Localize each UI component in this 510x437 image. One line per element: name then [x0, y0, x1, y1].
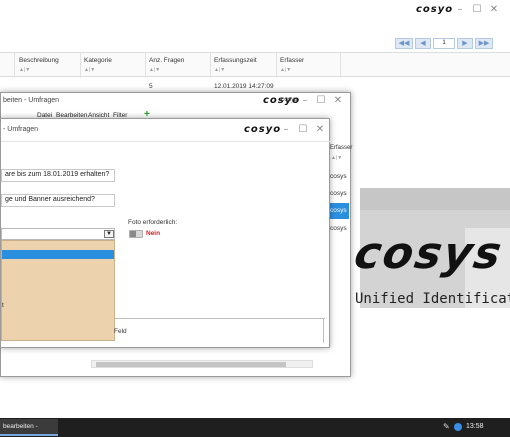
- maximize-button[interactable]: ☐: [471, 5, 483, 15]
- minimize-button[interactable]: –: [454, 5, 466, 15]
- cell-erfasser: cosys: [281, 96, 298, 103]
- question-field-2[interactable]: ge und Banner ausreichend?: [1, 194, 115, 207]
- brand-panel: cosys Unified Identificati: [351, 188, 510, 308]
- dropdown-list[interactable]: t: [1, 240, 115, 341]
- sort-icon[interactable]: ▲|▼: [214, 67, 225, 73]
- taskbar-app-button[interactable]: bearbeiten -: [0, 419, 58, 436]
- type-dropdown[interactable]: ▼: [1, 228, 115, 240]
- col-header-erfassungszeit[interactable]: Erfassungszeit: [214, 57, 257, 64]
- question-field-1[interactable]: are bis zum 18.01.2019 erhalten?: [1, 169, 115, 182]
- last-page-icon[interactable]: ▶▶: [475, 38, 493, 49]
- taskbar-app-label: bearbeiten -: [3, 423, 38, 430]
- list-row-selected-label: cosys: [330, 207, 347, 214]
- window3-logo: cosyo: [244, 124, 282, 135]
- list-row[interactable]: cosys: [330, 173, 347, 180]
- pager: ◀◀ ◀ 1 ▶ ▶▶: [395, 38, 505, 50]
- main-logo: cosyo: [416, 4, 454, 15]
- window2-maximize-button[interactable]: ☐: [315, 96, 327, 106]
- window3-title: - Umfragen: [3, 126, 39, 133]
- sort-icon[interactable]: ▲|▼: [331, 155, 342, 161]
- cell-erfassungszeit: 12.01.2019 14:27:09: [214, 83, 274, 90]
- col-header-erfasser[interactable]: Erfasser: [280, 57, 304, 64]
- first-page-icon[interactable]: ◀◀: [395, 38, 413, 49]
- window2-col-erfasser[interactable]: Erfasser: [330, 145, 352, 151]
- horizontal-scrollbar[interactable]: [91, 360, 313, 368]
- toggle-knob: [130, 231, 136, 237]
- taskbar-clock: 13:58: [466, 423, 484, 430]
- foto-value: Nein: [146, 230, 161, 237]
- prev-page-icon[interactable]: ◀: [415, 38, 431, 49]
- pen-icon[interactable]: ✎: [443, 422, 450, 431]
- table-header: Beschreibung Kategorie Anz. Fragen Erfas…: [0, 52, 510, 78]
- window2-close-button[interactable]: ✕: [332, 96, 344, 106]
- dropdown-arrow-icon[interactable]: ▼: [104, 230, 114, 238]
- list-row[interactable]: cosys: [330, 225, 347, 232]
- dropdown-option[interactable]: t: [2, 302, 4, 309]
- sort-icon[interactable]: ▲|▼: [149, 67, 160, 73]
- sort-icon[interactable]: ▲|▼: [19, 67, 30, 73]
- window3-maximize-button[interactable]: ☐: [297, 125, 309, 135]
- taskbar: bearbeiten - ✎ 13:58: [0, 418, 510, 437]
- cosys-logo: cosys: [350, 228, 507, 279]
- window2-minimize-button[interactable]: –: [299, 96, 311, 106]
- page-input[interactable]: 1: [433, 38, 455, 49]
- feld-label: Feld: [114, 328, 127, 335]
- sort-icon[interactable]: ▲|▼: [84, 67, 95, 73]
- col-header-anz-fragen[interactable]: Anz. Fragen: [149, 57, 184, 64]
- cosys-tagline: Unified Identificati: [355, 291, 510, 307]
- sort-icon[interactable]: ▲|▼: [280, 67, 291, 73]
- dropdown-option-selected[interactable]: [2, 250, 114, 259]
- umfrage-detail-window: - Umfragen cosyo – ☐ ✕ are bis zum 18.01…: [0, 118, 331, 348]
- table-row[interactable]: 5 12.01.2019 14:27:09: [0, 80, 350, 92]
- window2-title: beiten - Umfragen: [3, 97, 60, 104]
- list-row[interactable]: cosys: [330, 190, 347, 197]
- window3-close-button[interactable]: ✕: [314, 125, 326, 135]
- scrollbar-thumb[interactable]: [96, 362, 286, 367]
- window3-minimize-button[interactable]: –: [280, 125, 292, 135]
- col-header-kategorie[interactable]: Kategorie: [84, 57, 112, 64]
- cell-anz-fragen: 5: [149, 83, 153, 90]
- close-button[interactable]: ✕: [488, 5, 500, 15]
- foto-label: Foto erforderlich:: [128, 219, 178, 226]
- col-header-beschreibung[interactable]: Beschreibung: [19, 57, 59, 64]
- network-icon[interactable]: [454, 423, 462, 431]
- foto-toggle[interactable]: [129, 230, 143, 238]
- next-page-icon[interactable]: ▶: [457, 38, 473, 49]
